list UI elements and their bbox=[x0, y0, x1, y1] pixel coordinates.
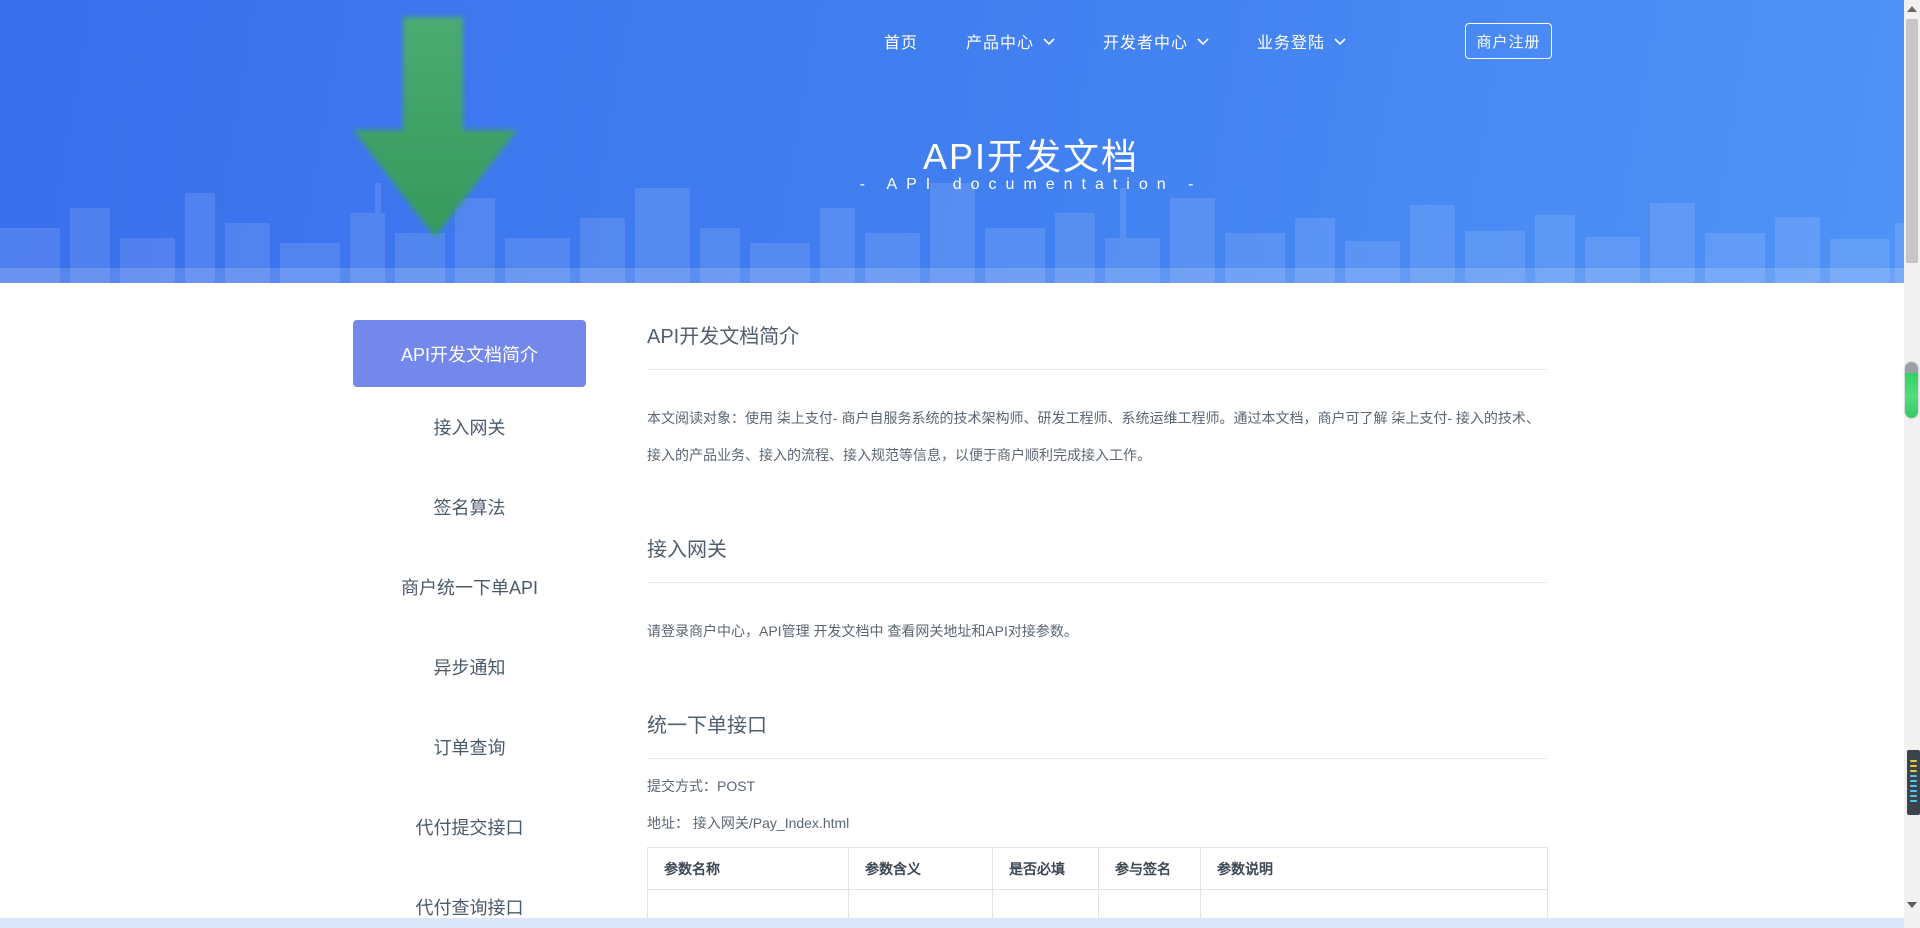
hero-banner: 首页 产品中心 开发者中心 业务登陆 商户注册 API开发文档 - API docum… bbox=[0, 0, 1920, 283]
sidebar-item-signature-algorithm[interactable]: 签名算法 bbox=[353, 467, 586, 547]
doc-section: API开发文档简介本文阅读对象：使用 柒上支付- 商户自服务系统的技术架构师、研… bbox=[647, 323, 1547, 474]
section-heading: 接入网关 bbox=[647, 536, 1547, 564]
chevron-down-icon bbox=[1043, 38, 1055, 45]
doc-sidebar: API开发文档简介接入网关签名算法商户统一下单API异步通知订单查询代付提交接口… bbox=[353, 310, 586, 928]
table-header-cell: 参数名称 bbox=[648, 848, 849, 890]
chevron-down-icon bbox=[1334, 38, 1346, 45]
scroll-up-arrow-icon[interactable] bbox=[1907, 6, 1917, 12]
marker-stripe bbox=[1910, 795, 1917, 797]
page-title: API开发文档 bbox=[71, 128, 1920, 180]
section-divider bbox=[647, 758, 1547, 759]
table-header-cell: 参数说明 bbox=[1201, 848, 1548, 890]
section-heading: API开发文档简介 bbox=[647, 323, 1547, 351]
bottom-row-strip bbox=[0, 918, 1904, 928]
chevron-down-icon bbox=[1197, 38, 1209, 45]
scroll-progress-indicator[interactable] bbox=[1905, 362, 1918, 418]
nav-item-product-center[interactable]: 产品中心 bbox=[966, 29, 1055, 53]
nav-item-developer-center[interactable]: 开发者中心 bbox=[1103, 29, 1209, 53]
section-divider bbox=[647, 369, 1547, 370]
table-header-row: 参数名称参数含义是否必填参与签名参数说明 bbox=[648, 848, 1548, 890]
marker-stripe bbox=[1910, 785, 1917, 787]
nav-item-business-login[interactable]: 业务登陆 bbox=[1257, 29, 1346, 53]
nav-item-home[interactable]: 首页 bbox=[884, 29, 918, 53]
page-subtitle: - API documentation - bbox=[71, 176, 1920, 194]
nav-item-label: 产品中心 bbox=[966, 29, 1034, 53]
nav-list: 首页 产品中心 开发者中心 业务登陆 bbox=[884, 23, 1346, 59]
table-header-cell: 参数含义 bbox=[849, 848, 993, 890]
table-header-cell: 是否必填 bbox=[993, 848, 1099, 890]
section-meta-line: 地址： 接入网关/Pay_Index.html bbox=[647, 813, 1547, 833]
marker-stripe bbox=[1910, 760, 1917, 762]
marker-stripe bbox=[1910, 800, 1917, 802]
browser-page: 首页 产品中心 开发者中心 业务登陆 商户注册 API开发文档 - API docum… bbox=[0, 0, 1920, 928]
section-paragraph: 请登录商户中心，API管理 开发文档中 查看网关地址和API对接参数。 bbox=[647, 613, 1547, 650]
section-paragraph: 本文阅读对象：使用 柒上支付- 商户自服务系统的技术架构师、研发工程师、系统运维… bbox=[647, 400, 1547, 474]
sidebar-item-async-notify[interactable]: 异步通知 bbox=[353, 627, 586, 707]
scrollbar-track[interactable] bbox=[1904, 0, 1920, 928]
marker-stripe bbox=[1910, 790, 1917, 792]
merchant-register-button[interactable]: 商户注册 bbox=[1465, 23, 1552, 59]
marker-stripe bbox=[1910, 765, 1917, 767]
scroll-markers-widget[interactable] bbox=[1907, 750, 1920, 815]
marker-stripe bbox=[1910, 775, 1917, 777]
scrollbar-thumb[interactable] bbox=[1906, 19, 1918, 263]
nav-item-label: 首页 bbox=[884, 29, 918, 53]
marker-stripe bbox=[1910, 770, 1917, 772]
section-meta-line: 提交方式：POST bbox=[647, 776, 1547, 796]
section-heading: 统一下单接口 bbox=[647, 712, 1547, 740]
params-table: 参数名称参数含义是否必填参与签名参数说明 bbox=[647, 847, 1548, 928]
doc-section: 接入网关请登录商户中心，API管理 开发文档中 查看网关地址和API对接参数。 bbox=[647, 536, 1547, 650]
nav-item-label: 开发者中心 bbox=[1103, 29, 1188, 53]
sidebar-item-order-query[interactable]: 订单查询 bbox=[353, 707, 586, 787]
sidebar-list: API开发文档简介接入网关签名算法商户统一下单API异步通知订单查询代付提交接口… bbox=[353, 320, 586, 928]
sidebar-item-gateway[interactable]: 接入网关 bbox=[353, 387, 586, 467]
sidebar-item-merchant-unified-order-api[interactable]: 商户统一下单API bbox=[353, 547, 586, 627]
table-header-cell: 参与签名 bbox=[1099, 848, 1201, 890]
doc-section: 统一下单接口提交方式：POST 地址： 接入网关/Pay_Index.html 参数… bbox=[647, 712, 1547, 928]
main-nav: 首页 产品中心 开发者中心 业务登陆 商户注册 bbox=[0, 23, 1920, 59]
doc-content: API开发文档简介本文阅读对象：使用 柒上支付- 商户自服务系统的技术架构师、研… bbox=[647, 283, 1547, 928]
section-divider bbox=[647, 582, 1547, 583]
marker-stripe bbox=[1910, 780, 1917, 782]
nav-item-label: 业务登陆 bbox=[1257, 29, 1325, 53]
sidebar-item-payout-submit-api[interactable]: 代付提交接口 bbox=[353, 787, 586, 867]
scroll-down-arrow-icon[interactable] bbox=[1907, 902, 1917, 908]
sidebar-item-intro[interactable]: API开发文档简介 bbox=[353, 320, 586, 387]
